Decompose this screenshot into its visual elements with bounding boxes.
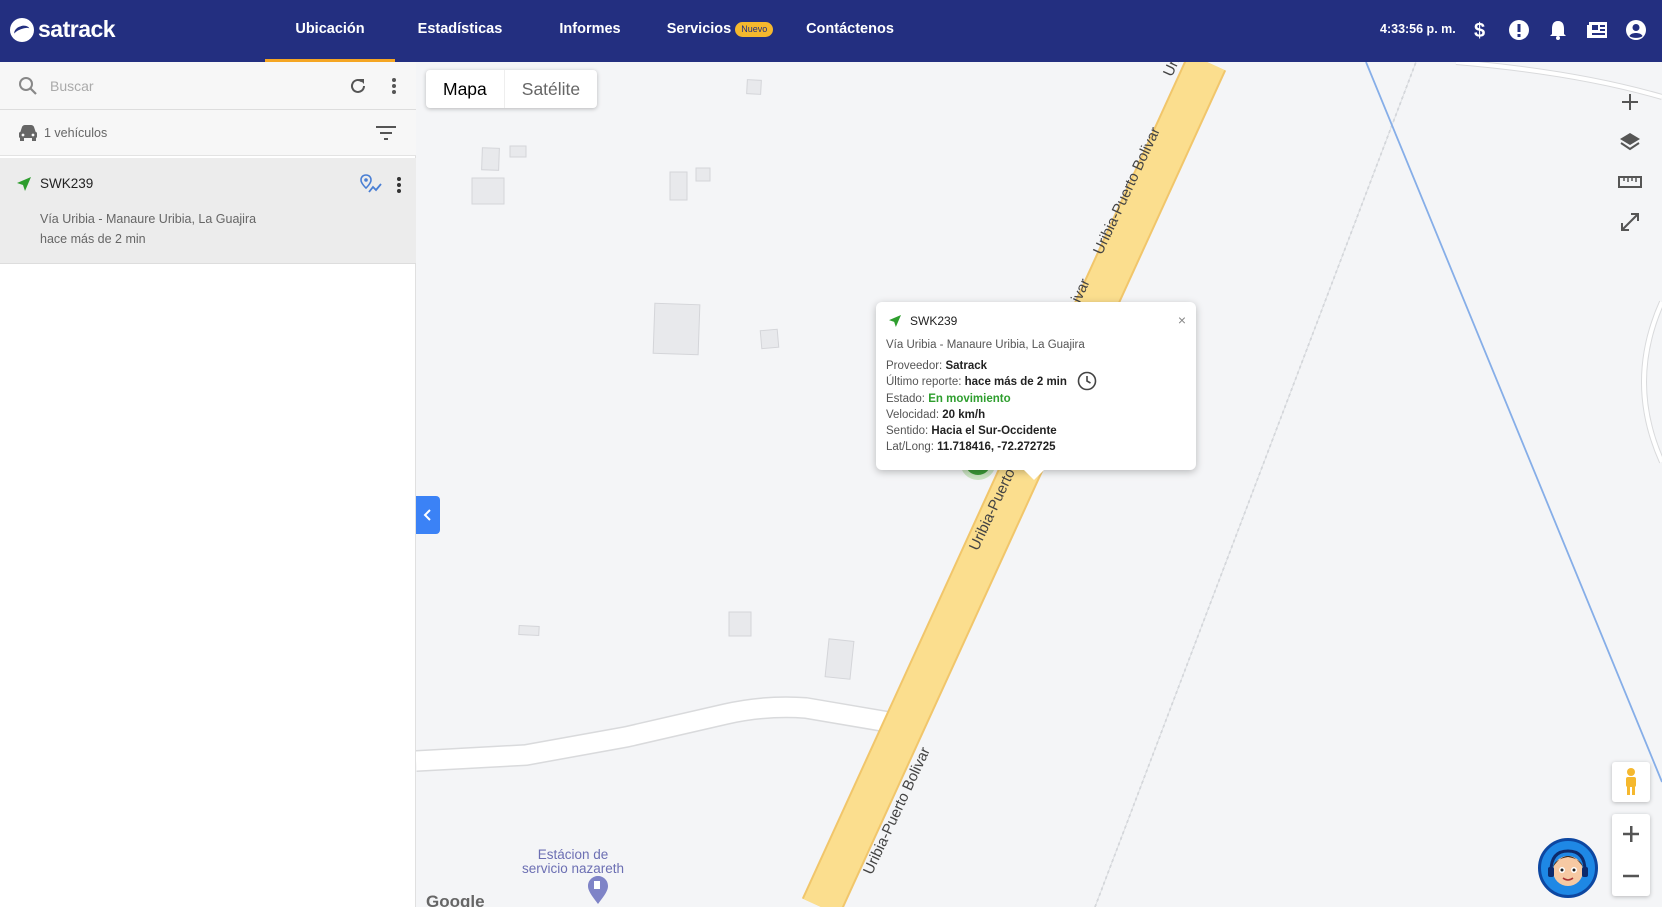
account-icon[interactable] (1624, 18, 1648, 42)
poi-gas-station[interactable]: Estácion de servicio nazareth (522, 848, 624, 876)
vehicle-list-item[interactable]: SWK239 Vía Uribia - Manaure Uribia, La G… (0, 158, 416, 264)
car-icon (16, 122, 40, 144)
current-time: 4:33:56 p. m. (1380, 22, 1456, 36)
last-report-label: Último reporte: (886, 376, 962, 388)
search-more-menu-icon[interactable] (382, 74, 406, 98)
street-view-pegman-icon[interactable] (1612, 762, 1650, 802)
vehicle-more-menu-icon[interactable] (390, 174, 408, 196)
filter-icon[interactable] (374, 122, 398, 144)
navigation-arrow-icon (888, 314, 902, 328)
search-icon (16, 74, 40, 98)
top-bar: satrack Ubicación Estadísticas Informes … (0, 0, 1662, 62)
support-agent-avatar[interactable] (1538, 838, 1598, 898)
map-type-control: Mapa Satélite (426, 70, 598, 108)
status-value: En movimiento (928, 393, 1011, 405)
chevron-left-icon (423, 509, 431, 521)
nav-servicios-label: Servicios (666, 21, 732, 37)
satrack-logo[interactable]: satrack (10, 16, 116, 43)
popup-last-report-row: Último reporte: hace más de 2 min (886, 376, 1067, 388)
fullscreen-icon[interactable] (1612, 204, 1648, 240)
navigation-arrow-icon (16, 176, 32, 192)
popup-latlong-row: Lat/Long: 11.718416, -72.272725 (886, 441, 1055, 453)
latlong-value: 11.718416, -72.272725 (937, 441, 1056, 453)
poi-label-line1: Estácion de (537, 847, 609, 862)
dollar-icon[interactable]: $ (1468, 18, 1492, 42)
refresh-icon[interactable] (346, 74, 370, 98)
vehicles-header: 1 vehículos (0, 110, 416, 156)
popup-provider-row: Proveedor: Satrack (886, 360, 987, 372)
popup-status-row: Estado: En movimiento (886, 393, 1011, 405)
vehicle-address: Vía Uribia - Manaure Uribia, La Guajira (40, 212, 257, 226)
popup-close-button[interactable]: × (1178, 312, 1186, 328)
map-canvas (416, 62, 1662, 907)
vehicle-last-report: hace más de 2 min (40, 232, 146, 246)
last-report-value: hace más de 2 min (964, 376, 1067, 388)
zoom-control (1612, 814, 1650, 896)
speed-label: Velocidad: (886, 409, 940, 421)
poi-label-line2: servicio nazareth (522, 861, 625, 876)
vehicle-plate: SWK239 (40, 176, 94, 191)
vehicle-info-popup: SWK239 × Vía Uribia - Manaure Uribia, La… (876, 302, 1196, 480)
popup-address: Vía Uribia - Manaure Uribia, La Guajira (886, 339, 1085, 351)
nav-contactenos[interactable]: Contáctenos (800, 0, 900, 62)
ruler-icon[interactable] (1612, 164, 1648, 200)
svg-text:$: $ (1474, 20, 1485, 41)
route-history-icon[interactable] (358, 172, 384, 196)
provider-value: Satrack (945, 360, 988, 372)
collapse-sidebar-button[interactable] (416, 496, 440, 534)
direction-label: Sentido: (886, 425, 929, 437)
direction-value: Hacia el Sur-Occidente (931, 425, 1057, 437)
map-type-satellite-button[interactable]: Satélite (503, 70, 597, 108)
layers-icon[interactable] (1612, 124, 1648, 160)
vehicles-count: 1 vehículos (44, 126, 108, 140)
status-label: Estado: (886, 393, 925, 405)
nav-servicios[interactable]: Servicios Nuevo (660, 0, 780, 62)
bell-icon[interactable] (1546, 18, 1570, 42)
satrack-logo-icon (10, 17, 34, 42)
new-badge: Nuevo (735, 21, 774, 37)
map-type-map-button[interactable]: Mapa (426, 70, 504, 108)
clock-icon[interactable] (1076, 370, 1098, 392)
alert-icon[interactable] (1507, 18, 1531, 42)
search-input[interactable] (50, 74, 330, 98)
provider-label: Proveedor: (886, 360, 943, 372)
zoom-out-icon[interactable] (1613, 858, 1649, 894)
nav-informes[interactable]: Informes (548, 0, 632, 62)
map-view[interactable]: Uribia-Puerto Bolivar Uribia-Puerto Boli… (416, 62, 1662, 907)
nav-estadisticas[interactable]: Estadísticas (412, 0, 508, 62)
news-icon[interactable] (1585, 18, 1609, 42)
add-icon[interactable] (1612, 84, 1648, 120)
google-logo: Google (426, 892, 485, 907)
latlong-label: Lat/Long: (886, 441, 934, 453)
popup-plate: SWK239 (910, 314, 958, 328)
popup-direction-row: Sentido: Hacia el Sur-Occidente (886, 425, 1057, 437)
search-bar (0, 62, 416, 110)
speed-value: 20 km/h (942, 409, 986, 421)
vehicle-sidebar: 1 vehículos SWK239 Vía Uribia - Manaure … (0, 62, 416, 907)
popup-speed-row: Velocidad: 20 km/h (886, 409, 985, 421)
nav-ubicacion[interactable]: Ubicación (265, 0, 395, 62)
zoom-in-icon[interactable] (1613, 816, 1649, 852)
brand-name: satrack (38, 16, 116, 42)
